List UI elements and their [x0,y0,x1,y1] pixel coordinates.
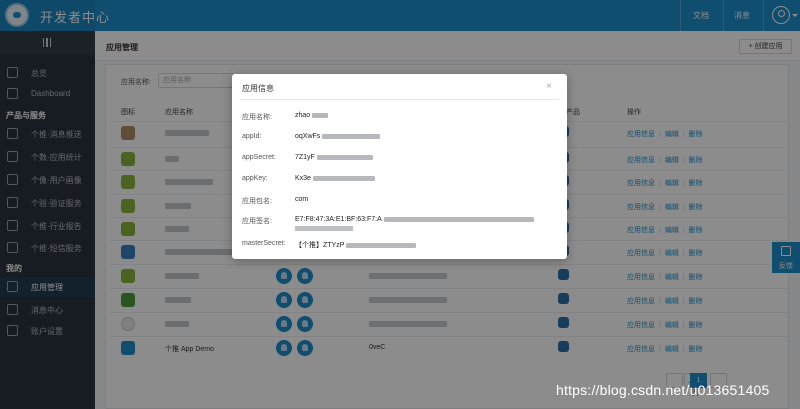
field-label-signature: 应用签名: [242,218,272,225]
close-icon[interactable]: × [546,81,552,92]
field-value-signature: E7:F8:47:3A:E1:BF:63:F7:A [295,216,534,223]
field-label-appid: appId: [242,133,262,140]
field-value-app-name: zhao [295,112,329,119]
divider [240,99,559,100]
field-value-appid: oqXwFs [295,133,381,140]
dialog-title: 应用信息 [242,84,274,93]
signature-overflow [295,226,353,231]
field-label-app-key: appKey: [242,175,268,182]
field-value-master-secret: 【个推】ZTYzP [295,240,417,250]
field-label-package-name: 应用包名: [242,198,272,205]
field-label-app-secret: appSecret: [242,154,276,161]
app-info-dialog: 应用信息 × 应用名称: zhao appId: oqXwFs appSecre… [232,74,567,259]
field-value-app-key: Kx3e [295,175,375,182]
field-label-app-name: 应用名称: [242,114,272,121]
field-value-package-name: com [295,196,309,203]
field-value-app-secret: 7Z1yF [295,154,373,161]
watermark: https://blog.csdn.net/u013651405 [556,382,770,398]
field-label-master-secret: masterSecret: [242,240,286,247]
